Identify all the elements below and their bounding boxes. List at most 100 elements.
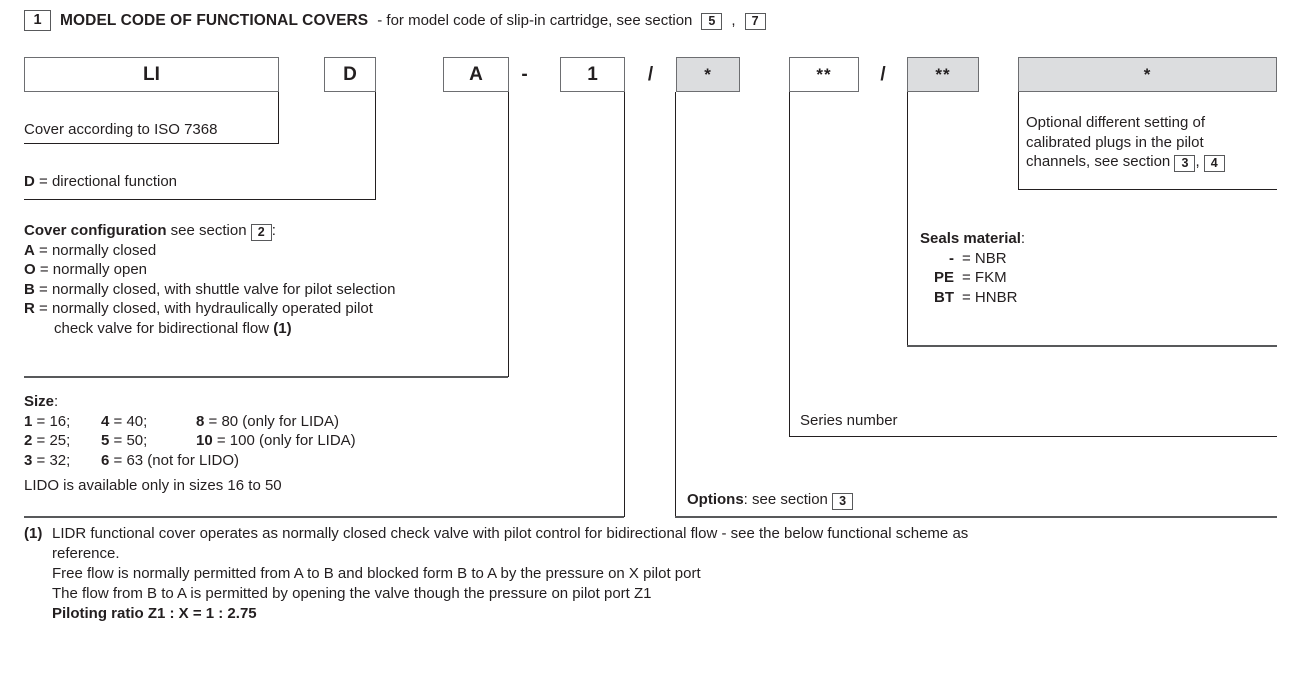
code-box-seals: **	[907, 57, 979, 92]
cover-configuration-item-b: B = normally closed, with shuttle valve …	[24, 280, 395, 300]
size-title: Size	[24, 393, 55, 410]
pilot-setting-line-3: channels, see section 3, 4	[1026, 152, 1225, 172]
size-block: Size: 1 = 16; 4 = 40; 8 = 80 (only for L…	[24, 392, 356, 496]
size-val-5: = 50;	[109, 432, 148, 449]
size-cell-1: 1 = 16;	[24, 412, 101, 432]
footnote-mark: (1)	[24, 525, 43, 542]
seals-material-colon: :	[1020, 230, 1026, 247]
cover-config-text-o: normally open	[52, 261, 147, 278]
section-ref-7-badge: 7	[744, 13, 766, 30]
seals-material-title: Seals material	[920, 230, 1021, 247]
size-val-8: = 80 (only for LIDA)	[204, 412, 340, 430]
code-box-configuration: A	[443, 57, 509, 92]
options-ref-3-badge: 3	[832, 492, 854, 510]
seals-key-fkm: PE	[933, 269, 954, 286]
pilot-setting-ref-sep: ,	[1195, 153, 1204, 170]
code-separator-slash-2: /	[880, 64, 886, 85]
code-box-pilot-setting: *	[1018, 57, 1277, 92]
cover-configuration-item-o: O = normally open	[24, 260, 395, 280]
size-val-1: = 16;	[32, 412, 71, 430]
size-cell-6: 6 = 63 (not for LIDO)	[101, 451, 239, 471]
footnote-first-row: (1) LIDR functional cover operates as no…	[24, 524, 1290, 544]
size-row: 1 = 16; 4 = 40; 8 = 80 (only for LIDA)	[24, 412, 356, 432]
cover-config-key-r: R	[24, 300, 35, 317]
pilot-setting-line-1: Optional different setting of	[1026, 114, 1206, 131]
cover-config-text-a: normally closed	[51, 241, 157, 259]
connector-size-vertical	[623, 92, 625, 517]
size-cell-8: 8 = 80 (only for LIDA)	[196, 412, 339, 432]
section-title: MODEL CODE OF FUNCTIONAL COVERS	[60, 11, 369, 29]
connector-series-vertical	[789, 92, 791, 437]
cover-configuration-ref-badge: 2	[250, 223, 272, 241]
section-header: 1 MODEL CODE OF FUNCTIONAL COVERS - for …	[24, 10, 766, 31]
size-cell-5: 5 = 50;	[101, 431, 196, 451]
code-separator-dash: -	[521, 64, 528, 85]
cover-config-text-b: normally closed, with shuttle valve for …	[51, 280, 396, 298]
size-cell-3: 3 = 32;	[24, 451, 101, 471]
code-separator-slash-1: /	[647, 64, 654, 85]
cover-configuration-title-line: Cover configuration see section 2:	[24, 221, 395, 241]
cover-config-eq-b: =	[34, 280, 52, 298]
seals-value-fkm: = FKM	[962, 269, 1007, 286]
cover-config-key-a: A	[24, 241, 35, 259]
connector-function-underline	[24, 199, 375, 201]
connector-configuration-underline	[24, 376, 508, 378]
cover-configuration-title: Cover configuration	[24, 222, 167, 239]
cover-configuration-colon: :	[271, 222, 276, 239]
size-cell-4: 4 = 40;	[101, 412, 196, 432]
seals-key-nbr: -	[949, 249, 954, 267]
options-title: Options	[687, 491, 744, 508]
size-val-10: = 100 (only for LIDA)	[212, 432, 356, 449]
connector-prefix-vertical	[278, 92, 280, 144]
footnote-line-1: LIDR functional cover operates as normal…	[52, 525, 969, 542]
pilot-setting-line-3-pre: channels, see section	[1026, 153, 1175, 170]
cover-config-note-ref: (1)	[273, 319, 292, 337]
footnote-line-5: Piloting ratio Z1 : X = 1 : 2.75	[52, 604, 1290, 624]
section-subtitle-pre: - for model code of slip-in cartridge, s…	[377, 12, 693, 29]
size-colon: :	[54, 393, 59, 410]
seals-material-item-fkm: PE = FKM	[920, 268, 1025, 288]
connector-options-vertical	[675, 92, 677, 517]
code-box-function: D	[324, 57, 376, 92]
connector-pilot-setting-underline	[1018, 189, 1277, 191]
size-cell-10: 10 = 100 (only for LIDA)	[196, 431, 356, 451]
connector-series-underline	[789, 436, 1277, 438]
series-number-label: Series number	[800, 412, 898, 429]
size-row: 2 = 25; 5 = 50; 10 = 100 (only for LIDA)	[24, 431, 356, 451]
directional-function-line: D = directional function	[24, 172, 177, 192]
size-cell-2: 2 = 25;	[24, 431, 101, 451]
size-val-4: = 40;	[109, 412, 148, 430]
section-ref-5-badge: 5	[701, 13, 723, 30]
code-box-prefix: LI	[24, 57, 279, 92]
footnote-line-3: Free flow is normally permitted from A t…	[52, 565, 701, 582]
pilot-setting-ref-4-badge: 4	[1203, 154, 1225, 172]
options-seesection: : see section	[743, 491, 833, 508]
seals-key-hnbr: BT	[934, 288, 954, 306]
connector-function-vertical	[374, 92, 376, 200]
size-key-10: 10	[196, 432, 213, 449]
seals-material-item-nbr: - = NBR	[920, 249, 1025, 269]
cover-config-eq-a: =	[34, 241, 52, 259]
cover-config-eq-o: =	[35, 261, 53, 278]
size-val-6: = 63 (not for LIDO)	[109, 451, 239, 469]
size-row: 3 = 32; 6 = 63 (not for LIDO)	[24, 451, 356, 471]
code-box-options: *	[676, 57, 740, 92]
size-title-line: Size:	[24, 392, 356, 412]
section-subtitle-sep: ,	[731, 12, 736, 29]
cover-standard-text: Cover according to ISO 7368	[24, 121, 218, 138]
code-box-series: **	[789, 57, 859, 92]
size-val-2: = 25;	[32, 432, 71, 449]
connector-prefix-underline	[24, 143, 279, 145]
cover-configuration-seesection: see section	[166, 222, 251, 239]
directional-function-text: directional function	[51, 173, 178, 190]
cover-configuration-item-r: R = normally closed, with hydraulically …	[24, 299, 395, 319]
pilot-setting-description: Optional different setting of calibrated…	[1026, 113, 1225, 172]
seals-material-item-hnbr: BT = HNBR	[920, 288, 1025, 308]
footnote-block: (1) LIDR functional cover operates as no…	[24, 524, 1290, 624]
cover-config-text-r: normally closed, with hydraulically oper…	[51, 300, 373, 317]
code-box-size: 1	[560, 57, 625, 92]
size-note: LIDO is available only in sizes 16 to 50	[24, 477, 282, 494]
cover-config-key-o: O	[24, 261, 36, 278]
cover-config-eq-r: =	[34, 300, 52, 317]
pilot-setting-ref-3-badge: 3	[1174, 154, 1196, 172]
